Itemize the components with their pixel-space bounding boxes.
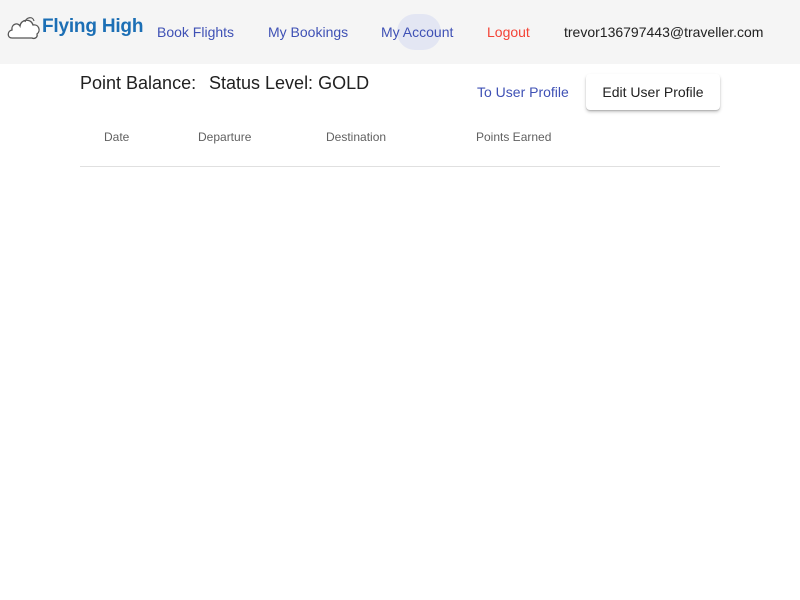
edit-user-profile-button[interactable]: Edit User Profile xyxy=(586,74,720,110)
nav-my-bookings[interactable]: My Bookings xyxy=(268,14,348,50)
user-email: trevor136797443@traveller.com xyxy=(564,24,764,40)
column-header-departure: Departure xyxy=(198,130,252,144)
logo[interactable]: Flying High xyxy=(6,10,143,44)
top-navbar: Flying High Book Flights My Bookings My … xyxy=(0,0,800,64)
point-balance-label: Point Balance: xyxy=(80,73,197,93)
points-history-table: Date Departure Destination Points Earned xyxy=(80,110,720,167)
nav-my-account-label: My Account xyxy=(381,24,454,40)
nav-my-account[interactable]: My Account xyxy=(381,14,453,50)
status-level-label: Status Level: GOLD xyxy=(209,73,370,93)
nav-book-flights[interactable]: Book Flights xyxy=(157,14,234,50)
column-header-destination: Destination xyxy=(326,130,387,144)
column-header-points-earned: Points Earned xyxy=(476,130,552,144)
cloud-icon xyxy=(7,17,40,40)
logo-text: Flying High xyxy=(42,16,144,37)
to-user-profile-link[interactable]: To User Profile xyxy=(477,82,569,102)
column-header-date: Date xyxy=(104,130,130,144)
nav-logout[interactable]: Logout xyxy=(487,14,530,50)
